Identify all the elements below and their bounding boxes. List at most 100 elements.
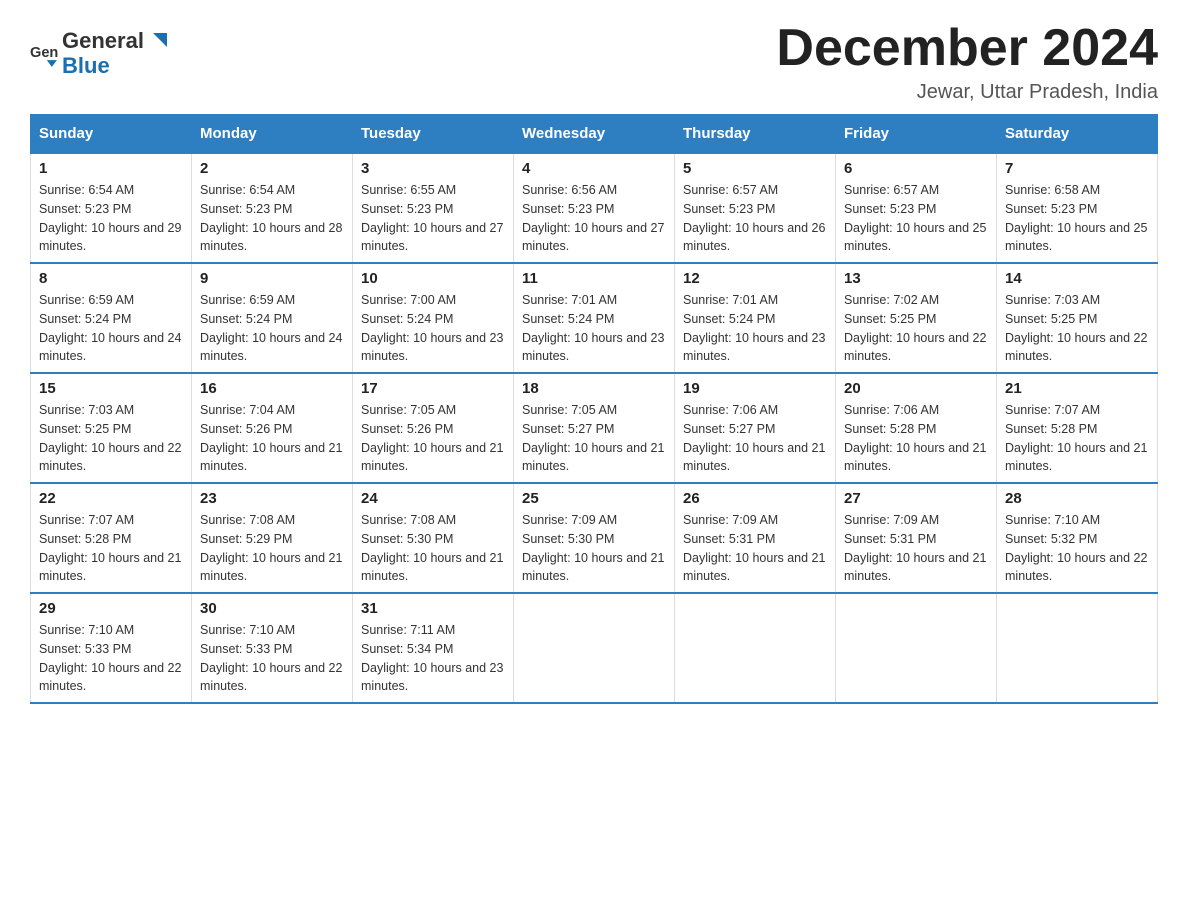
calendar-cell: 25 Sunrise: 7:09 AMSunset: 5:30 PMDaylig… [514, 483, 675, 593]
calendar-week-1: 1 Sunrise: 6:54 AMSunset: 5:23 PMDayligh… [31, 153, 1158, 263]
day-number: 16 [200, 380, 344, 397]
calendar-cell: 10 Sunrise: 7:00 AMSunset: 5:24 PMDaylig… [353, 263, 514, 373]
weekday-header-monday: Monday [192, 115, 353, 154]
day-info: Sunrise: 7:08 AMSunset: 5:30 PMDaylight:… [361, 511, 505, 586]
calendar-cell: 12 Sunrise: 7:01 AMSunset: 5:24 PMDaylig… [675, 263, 836, 373]
calendar-cell: 8 Sunrise: 6:59 AMSunset: 5:24 PMDayligh… [31, 263, 192, 373]
day-info: Sunrise: 7:07 AMSunset: 5:28 PMDaylight:… [39, 511, 183, 586]
day-info: Sunrise: 6:58 AMSunset: 5:23 PMDaylight:… [1005, 181, 1149, 256]
weekday-header-wednesday: Wednesday [514, 115, 675, 154]
day-info: Sunrise: 7:04 AMSunset: 5:26 PMDaylight:… [200, 401, 344, 476]
day-number: 8 [39, 270, 183, 287]
day-number: 30 [200, 600, 344, 617]
calendar-cell: 27 Sunrise: 7:09 AMSunset: 5:31 PMDaylig… [836, 483, 997, 593]
day-number: 1 [39, 160, 183, 177]
day-info: Sunrise: 6:54 AMSunset: 5:23 PMDaylight:… [200, 181, 344, 256]
logo-general: General [62, 28, 144, 53]
day-info: Sunrise: 7:01 AMSunset: 5:24 PMDaylight:… [683, 291, 827, 366]
day-number: 15 [39, 380, 183, 397]
day-number: 24 [361, 490, 505, 507]
calendar-cell: 7 Sunrise: 6:58 AMSunset: 5:23 PMDayligh… [997, 153, 1158, 263]
day-info: Sunrise: 6:57 AMSunset: 5:23 PMDaylight:… [683, 181, 827, 256]
day-info: Sunrise: 7:09 AMSunset: 5:30 PMDaylight:… [522, 511, 666, 586]
day-info: Sunrise: 7:08 AMSunset: 5:29 PMDaylight:… [200, 511, 344, 586]
weekday-header-sunday: Sunday [31, 115, 192, 154]
day-info: Sunrise: 7:00 AMSunset: 5:24 PMDaylight:… [361, 291, 505, 366]
day-number: 20 [844, 380, 988, 397]
day-info: Sunrise: 6:54 AMSunset: 5:23 PMDaylight:… [39, 181, 183, 256]
weekday-header-saturday: Saturday [997, 115, 1158, 154]
day-info: Sunrise: 6:56 AMSunset: 5:23 PMDaylight:… [522, 181, 666, 256]
calendar-cell: 15 Sunrise: 7:03 AMSunset: 5:25 PMDaylig… [31, 373, 192, 483]
logo-triangle-icon [145, 31, 167, 53]
calendar-header-row: SundayMondayTuesdayWednesdayThursdayFrid… [31, 115, 1158, 154]
calendar-week-3: 15 Sunrise: 7:03 AMSunset: 5:25 PMDaylig… [31, 373, 1158, 483]
day-info: Sunrise: 7:01 AMSunset: 5:24 PMDaylight:… [522, 291, 666, 366]
logo-blue: Blue [62, 55, 168, 77]
day-number: 22 [39, 490, 183, 507]
calendar-week-5: 29 Sunrise: 7:10 AMSunset: 5:33 PMDaylig… [31, 593, 1158, 703]
calendar-cell: 22 Sunrise: 7:07 AMSunset: 5:28 PMDaylig… [31, 483, 192, 593]
day-info: Sunrise: 7:09 AMSunset: 5:31 PMDaylight:… [683, 511, 827, 586]
day-number: 18 [522, 380, 666, 397]
day-number: 12 [683, 270, 827, 287]
calendar-cell: 31 Sunrise: 7:11 AMSunset: 5:34 PMDaylig… [353, 593, 514, 703]
day-number: 9 [200, 270, 344, 287]
day-number: 28 [1005, 490, 1149, 507]
day-number: 5 [683, 160, 827, 177]
location: Jewar, Uttar Pradesh, India [776, 81, 1158, 104]
calendar-cell: 11 Sunrise: 7:01 AMSunset: 5:24 PMDaylig… [514, 263, 675, 373]
day-number: 7 [1005, 160, 1149, 177]
calendar-week-4: 22 Sunrise: 7:07 AMSunset: 5:28 PMDaylig… [31, 483, 1158, 593]
logo: General General Blue [30, 30, 168, 77]
day-info: Sunrise: 6:55 AMSunset: 5:23 PMDaylight:… [361, 181, 505, 256]
day-number: 2 [200, 160, 344, 177]
calendar-cell: 1 Sunrise: 6:54 AMSunset: 5:23 PMDayligh… [31, 153, 192, 263]
calendar-cell: 28 Sunrise: 7:10 AMSunset: 5:32 PMDaylig… [997, 483, 1158, 593]
day-info: Sunrise: 7:06 AMSunset: 5:28 PMDaylight:… [844, 401, 988, 476]
day-number: 25 [522, 490, 666, 507]
calendar-cell: 23 Sunrise: 7:08 AMSunset: 5:29 PMDaylig… [192, 483, 353, 593]
day-number: 3 [361, 160, 505, 177]
calendar-cell: 19 Sunrise: 7:06 AMSunset: 5:27 PMDaylig… [675, 373, 836, 483]
weekday-header-friday: Friday [836, 115, 997, 154]
day-number: 21 [1005, 380, 1149, 397]
day-info: Sunrise: 7:10 AMSunset: 5:33 PMDaylight:… [39, 621, 183, 696]
day-number: 6 [844, 160, 988, 177]
weekday-header-thursday: Thursday [675, 115, 836, 154]
calendar-cell: 9 Sunrise: 6:59 AMSunset: 5:24 PMDayligh… [192, 263, 353, 373]
calendar-table: SundayMondayTuesdayWednesdayThursdayFrid… [30, 114, 1158, 704]
calendar-cell: 21 Sunrise: 7:07 AMSunset: 5:28 PMDaylig… [997, 373, 1158, 483]
calendar-cell: 16 Sunrise: 7:04 AMSunset: 5:26 PMDaylig… [192, 373, 353, 483]
calendar-cell: 20 Sunrise: 7:06 AMSunset: 5:28 PMDaylig… [836, 373, 997, 483]
day-number: 19 [683, 380, 827, 397]
day-number: 11 [522, 270, 666, 287]
day-info: Sunrise: 7:07 AMSunset: 5:28 PMDaylight:… [1005, 401, 1149, 476]
day-number: 14 [1005, 270, 1149, 287]
calendar-cell [997, 593, 1158, 703]
calendar-cell: 2 Sunrise: 6:54 AMSunset: 5:23 PMDayligh… [192, 153, 353, 263]
day-info: Sunrise: 6:59 AMSunset: 5:24 PMDaylight:… [39, 291, 183, 366]
day-info: Sunrise: 7:03 AMSunset: 5:25 PMDaylight:… [1005, 291, 1149, 366]
day-number: 4 [522, 160, 666, 177]
calendar-cell: 3 Sunrise: 6:55 AMSunset: 5:23 PMDayligh… [353, 153, 514, 263]
day-info: Sunrise: 6:59 AMSunset: 5:24 PMDaylight:… [200, 291, 344, 366]
day-info: Sunrise: 7:06 AMSunset: 5:27 PMDaylight:… [683, 401, 827, 476]
svg-text:General: General [30, 44, 58, 60]
calendar-cell: 30 Sunrise: 7:10 AMSunset: 5:33 PMDaylig… [192, 593, 353, 703]
calendar-week-2: 8 Sunrise: 6:59 AMSunset: 5:24 PMDayligh… [31, 263, 1158, 373]
day-info: Sunrise: 7:11 AMSunset: 5:34 PMDaylight:… [361, 621, 505, 696]
day-number: 27 [844, 490, 988, 507]
weekday-header-tuesday: Tuesday [353, 115, 514, 154]
day-number: 23 [200, 490, 344, 507]
calendar-cell: 18 Sunrise: 7:05 AMSunset: 5:27 PMDaylig… [514, 373, 675, 483]
day-info: Sunrise: 7:02 AMSunset: 5:25 PMDaylight:… [844, 291, 988, 366]
day-number: 26 [683, 490, 827, 507]
calendar-cell: 4 Sunrise: 6:56 AMSunset: 5:23 PMDayligh… [514, 153, 675, 263]
day-info: Sunrise: 7:10 AMSunset: 5:33 PMDaylight:… [200, 621, 344, 696]
day-number: 10 [361, 270, 505, 287]
calendar-cell: 5 Sunrise: 6:57 AMSunset: 5:23 PMDayligh… [675, 153, 836, 263]
day-info: Sunrise: 7:03 AMSunset: 5:25 PMDaylight:… [39, 401, 183, 476]
day-info: Sunrise: 7:05 AMSunset: 5:26 PMDaylight:… [361, 401, 505, 476]
calendar-cell: 13 Sunrise: 7:02 AMSunset: 5:25 PMDaylig… [836, 263, 997, 373]
